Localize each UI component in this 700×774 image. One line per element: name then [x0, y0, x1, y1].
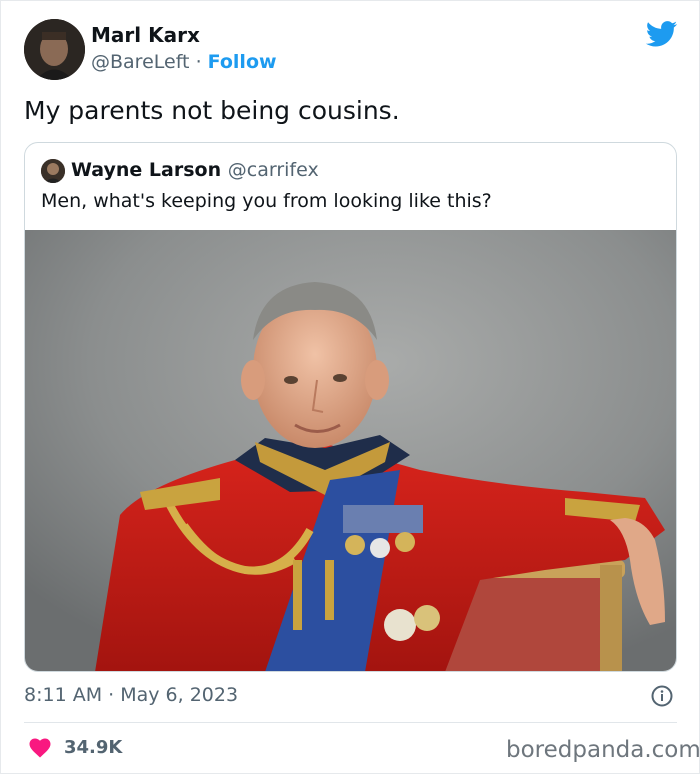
quoted-author-name[interactable]: Wayne Larson — [71, 159, 221, 181]
tweet-card: Marl Karx @BareLeft · Follow My parents … — [0, 0, 700, 774]
separator: · — [195, 51, 202, 73]
like-count[interactable]: 34.9K — [64, 737, 122, 758]
twitter-bird-icon[interactable] — [646, 21, 678, 47]
quoted-author-avatar[interactable] — [41, 159, 65, 183]
quoted-tweet[interactable]: Wayne Larson @carrifex Men, what's keepi… — [24, 142, 677, 672]
quoted-tweet-text: Men, what's keeping you from looking lik… — [41, 190, 492, 212]
quoted-author-handle[interactable]: @carrifex — [228, 159, 319, 181]
follow-button[interactable]: Follow — [208, 51, 277, 73]
author-handle[interactable]: @BareLeft — [91, 51, 190, 73]
watermark: boredpanda.com — [506, 737, 700, 763]
portrait-photo[interactable] — [25, 230, 676, 672]
tweet-text: My parents not being cousins. — [24, 96, 400, 125]
tweet-timestamp[interactable]: 8:11 AM · May 6, 2023 — [24, 684, 238, 706]
heart-icon[interactable] — [29, 738, 51, 758]
author-name[interactable]: Marl Karx — [91, 23, 200, 47]
info-icon[interactable] — [651, 685, 673, 707]
quoted-author: Wayne Larson @carrifex — [71, 159, 319, 181]
author-handle-row: @BareLeft · Follow — [91, 51, 277, 73]
divider — [24, 722, 677, 723]
author-avatar[interactable] — [24, 19, 85, 80]
